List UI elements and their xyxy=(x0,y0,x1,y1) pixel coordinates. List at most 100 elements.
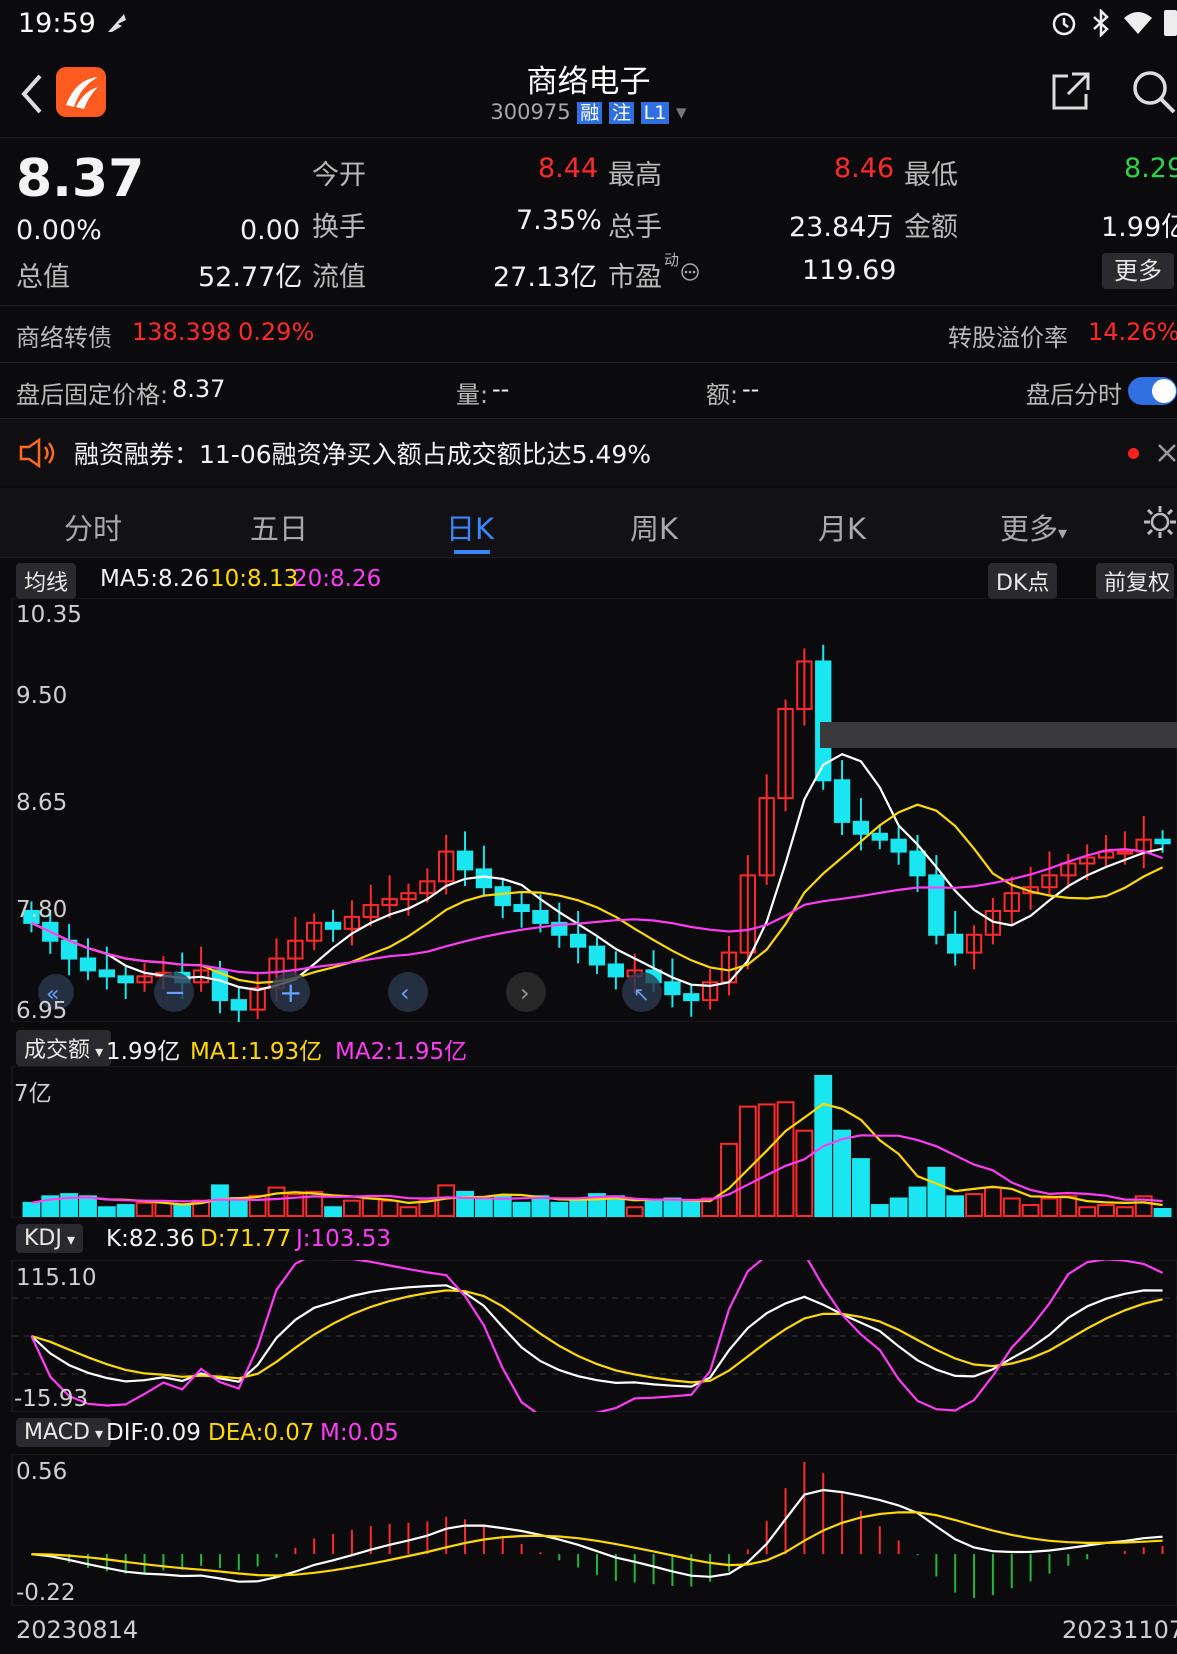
after-hours-row: 盘后固定价格: 8.37 量: -- 额: -- 盘后分时 xyxy=(0,363,1177,417)
scroll-right-glyph: › xyxy=(520,979,530,1007)
search-icon[interactable] xyxy=(1130,68,1176,114)
kdj-chart[interactable] xyxy=(0,1260,1177,1412)
status-time: 19:59 xyxy=(18,8,96,39)
low-label: 最低 xyxy=(904,160,958,191)
volume-indicator-selector[interactable]: 成交额 ▾ xyxy=(16,1030,112,1066)
chevron-down-icon: ▾ xyxy=(90,1042,104,1061)
volume-bar xyxy=(267,1186,286,1217)
volume-bar xyxy=(757,1103,776,1217)
volume-bar xyxy=(79,1195,97,1217)
total-value-label: 总值 xyxy=(16,262,70,293)
volume-bar xyxy=(720,1142,738,1217)
volume-bar xyxy=(1040,1197,1059,1217)
volume-header: 成交额 ▾ 1.99亿 MA1:1.93亿 MA2:1.95亿 xyxy=(0,1026,1177,1066)
volume-bar xyxy=(97,1206,116,1217)
candle-body xyxy=(664,981,681,996)
dk-point-button[interactable]: DK点 xyxy=(988,563,1058,599)
info-icon[interactable] xyxy=(680,262,700,282)
volume-bar xyxy=(361,1197,380,1217)
after-hours-price-label: 盘后固定价格: xyxy=(16,381,169,409)
volume-bar xyxy=(795,1129,814,1217)
volume-bar xyxy=(1078,1206,1097,1217)
pe-dynamic-sup: 动 xyxy=(664,251,680,269)
macd-chart[interactable] xyxy=(0,1454,1177,1606)
price-axis-label-5: 6.95 xyxy=(16,998,68,1024)
volume-bar xyxy=(154,1201,173,1217)
stock-code-row[interactable]: 300975 融 注 L1 ▾ xyxy=(0,98,1177,125)
tab-more[interactable]: 更多▾ xyxy=(1000,506,1067,548)
price-axis-label-4: 7.80 xyxy=(16,897,68,923)
badge-registered: 注 xyxy=(608,102,634,124)
tab-daily-k[interactable]: 日K xyxy=(446,506,494,548)
ma-indicator-selector[interactable]: 均线 xyxy=(16,563,77,599)
turnover-value: 7.35% xyxy=(516,205,602,236)
volume-bar xyxy=(644,1199,663,1217)
chevron-down-icon: ▾ xyxy=(89,1424,104,1443)
volume-bar xyxy=(870,1204,889,1217)
start-date: 20230814 xyxy=(16,1616,139,1644)
after-hours-amount: -- xyxy=(742,375,760,403)
alarm-icon xyxy=(1052,12,1076,36)
after-hours-timeshare-label: 盘后分时 xyxy=(1026,381,1122,409)
volume-ma2: MA2:1.95亿 xyxy=(335,1039,468,1065)
volume-bar xyxy=(1097,1204,1115,1217)
candle-body xyxy=(230,999,247,1011)
volume-bar xyxy=(569,1199,588,1217)
candle-body xyxy=(79,957,97,972)
volume-bar xyxy=(852,1158,870,1217)
after-hours-toggle[interactable] xyxy=(1128,377,1177,405)
kdj-indicator-selector[interactable]: KDJ ▾ xyxy=(16,1224,83,1253)
volume-bar xyxy=(946,1195,965,1217)
candlestick-chart[interactable]: « − + ‹ › ↖ xyxy=(0,598,1177,1022)
gear-icon[interactable] xyxy=(1142,504,1177,540)
after-hours-volume-label: 量: xyxy=(456,381,489,409)
convertible-bond-row[interactable]: 商络转债 138.398 0.29% 转股溢价率 14.26% xyxy=(0,306,1177,362)
macd-indicator-selector[interactable]: MACD ▾ xyxy=(16,1418,112,1447)
macd-header: MACD ▾ DIF:0.09 DEA:0.07 M:0.05 xyxy=(0,1414,1177,1452)
adjust-button[interactable]: 前复权 xyxy=(1096,563,1175,599)
bond-name: 商络转债 xyxy=(16,324,112,352)
tab-monthly-k[interactable]: 月K xyxy=(818,506,866,548)
macd-m: M:0.05 xyxy=(320,1420,399,1446)
kdj-k: K:82.36 xyxy=(106,1226,195,1252)
close-icon[interactable] xyxy=(1157,441,1177,465)
kdj-axis-label-bottom: -15.93 xyxy=(14,1386,89,1412)
volume-bar xyxy=(380,1199,399,1217)
volume-bar xyxy=(776,1101,795,1217)
volume-ma1-line xyxy=(31,1102,1163,1207)
change-amount: 0.00 xyxy=(240,215,301,246)
volume-bar xyxy=(135,1201,154,1217)
float-label: 流值 xyxy=(312,262,366,293)
volume-bar xyxy=(550,1201,569,1217)
battery-icon xyxy=(1164,10,1177,36)
volume-bar xyxy=(682,1199,701,1217)
ma10-legend: 10:8.13 xyxy=(210,566,299,592)
volume-label: 总手 xyxy=(608,212,662,243)
share-icon[interactable] xyxy=(1050,70,1092,112)
more-quote-button[interactable]: 更多 xyxy=(1102,253,1174,289)
candle-body xyxy=(909,850,926,877)
candle-body xyxy=(513,904,530,913)
volume-bar xyxy=(512,1201,531,1217)
candle-body xyxy=(871,832,888,841)
tab-timeshare[interactable]: 分时 xyxy=(64,506,122,548)
volume-bar xyxy=(889,1197,908,1217)
volume-bar xyxy=(927,1166,946,1217)
period-tabs: 分时 五日 日K 周K 月K 更多▾ xyxy=(0,488,1177,558)
candle-body xyxy=(1154,838,1171,845)
candle-body xyxy=(324,921,342,930)
change-percent: 0.00% xyxy=(16,215,102,246)
amount-value: 1.99亿 xyxy=(1101,212,1177,243)
notice-bar[interactable]: 融资融券：11-06融资净买入额占成交额比达5.49% xyxy=(0,418,1177,486)
title-bar: 商络电子 300975 融 注 L1 ▾ xyxy=(0,50,1177,138)
kdj-header: KDJ ▾ K:82.36 D:71.77 J:103.53 xyxy=(0,1220,1177,1258)
status-bar: 19:59 xyxy=(0,0,1177,50)
notice-text: 融资融券：11-06融资净买入额占成交额比达5.49% xyxy=(74,440,652,469)
active-tab-indicator xyxy=(454,550,490,554)
volume-chart[interactable] xyxy=(0,1066,1177,1218)
candle-body xyxy=(456,850,474,871)
candle-body xyxy=(852,820,870,835)
macd-indicator-label: MACD xyxy=(24,1420,90,1445)
tab-five-day[interactable]: 五日 xyxy=(250,506,308,548)
tab-weekly-k[interactable]: 周K xyxy=(630,506,678,548)
